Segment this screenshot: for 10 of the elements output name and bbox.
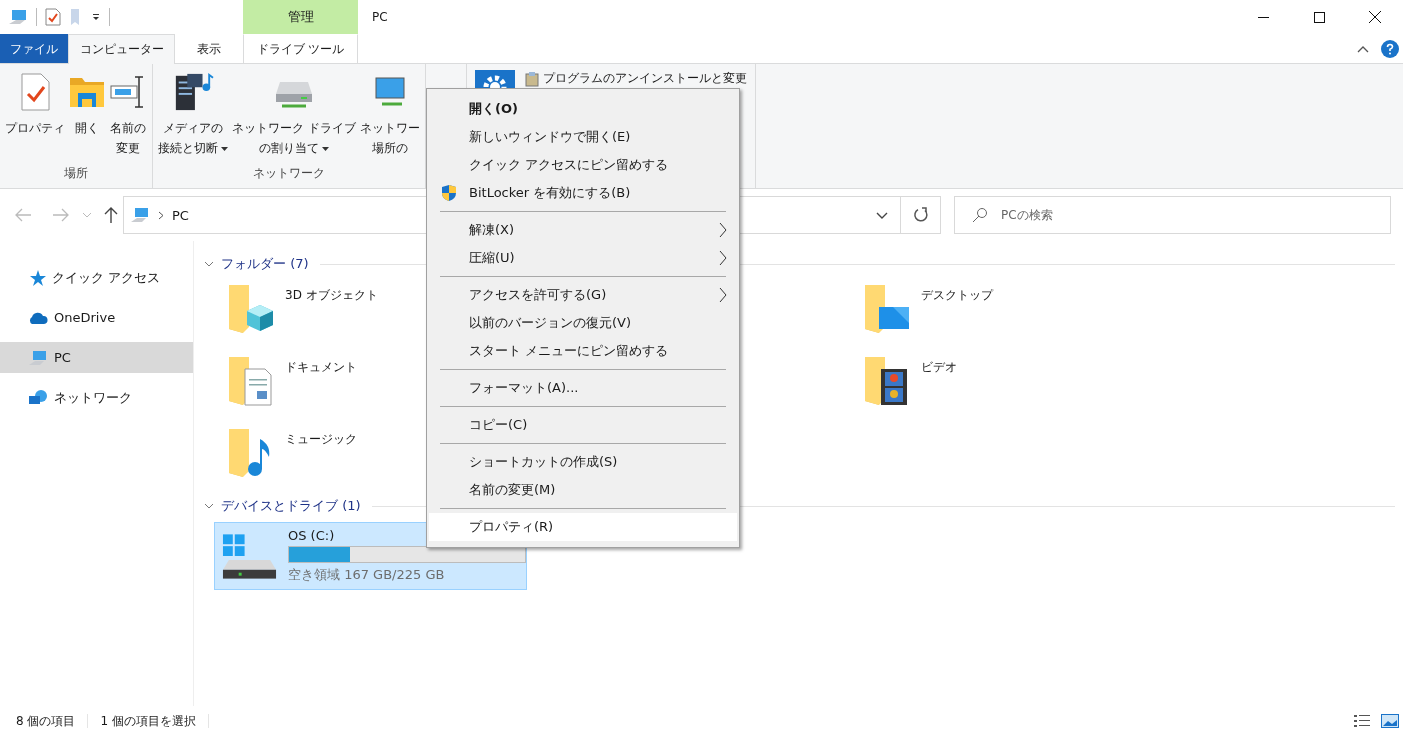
window-title: PC	[371, 9, 389, 26]
item-count: 8 個の項目	[16, 712, 76, 730]
ribbon-group-label: ネットワーク	[251, 165, 326, 182]
group-header: デバイスとドライブ (1)	[221, 497, 361, 515]
ribbon-group-label: 場所	[63, 165, 89, 182]
selection-count: 1 個の項目を選択	[100, 712, 196, 730]
free-space-text: 空き領域 167 GB/225 GB	[288, 566, 445, 584]
drive-name: OS (C:)	[288, 528, 335, 543]
group-header: フォルダー (7)	[221, 255, 309, 273]
contextual-tab-group: 管理	[243, 0, 358, 34]
